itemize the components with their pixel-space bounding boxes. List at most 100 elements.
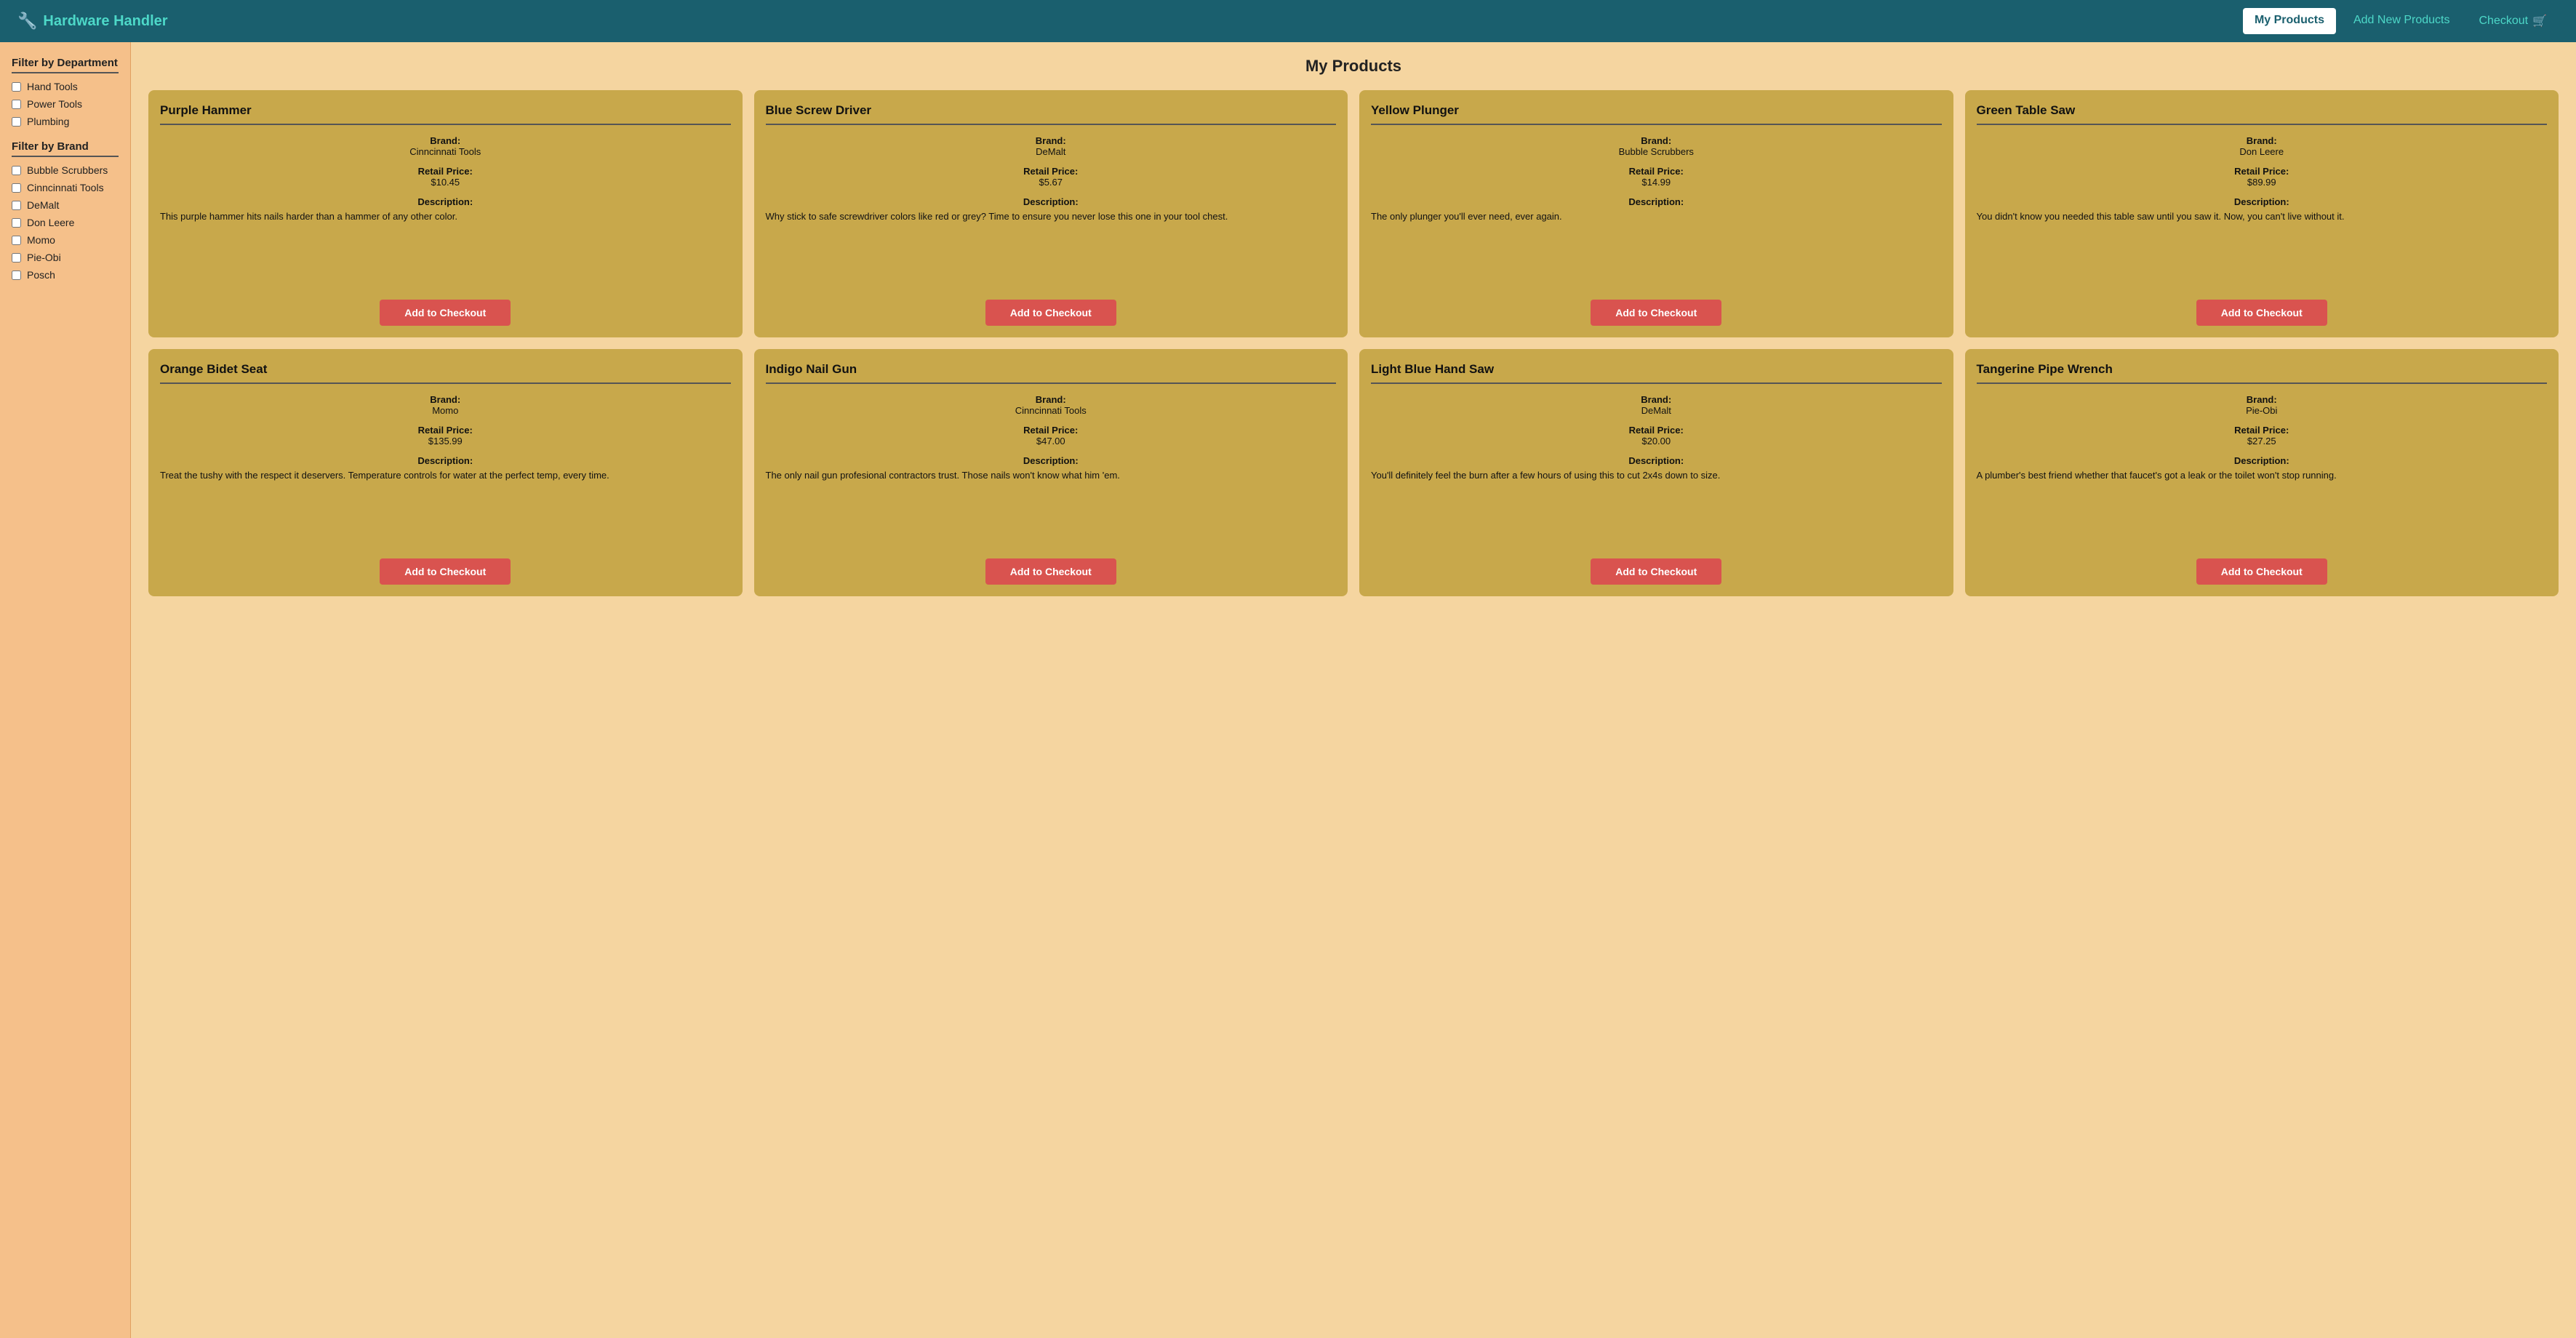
filter-hand-tools-label: Hand Tools xyxy=(27,81,78,92)
brand-filter-title: Filter by Brand xyxy=(12,140,119,157)
product-card-indigo-nail-gun: Indigo Nail Gun Brand: Cinncinnati Tools… xyxy=(754,349,1348,596)
filter-plumbing[interactable]: Plumbing xyxy=(12,116,119,127)
product-price-label-green-table-saw: Retail Price: xyxy=(1977,166,2548,177)
filter-plumbing-label: Plumbing xyxy=(27,116,69,127)
filter-don-leere-checkbox[interactable] xyxy=(12,218,21,228)
product-price-label-indigo-nail-gun: Retail Price: xyxy=(766,425,1337,436)
filter-momo-checkbox[interactable] xyxy=(12,236,21,245)
filter-demalt-label: DeMalt xyxy=(27,199,59,211)
filter-don-leere[interactable]: Don Leere xyxy=(12,217,119,228)
filter-pie-obi[interactable]: Pie-Obi xyxy=(12,252,119,263)
product-desc-label-tangerine-pipe-wrench: Description: xyxy=(1977,455,2548,466)
product-price-label-orange-bidet-seat: Retail Price: xyxy=(160,425,731,436)
filter-pie-obi-checkbox[interactable] xyxy=(12,253,21,263)
add-to-checkout-btn-tangerine-pipe-wrench[interactable]: Add to Checkout xyxy=(2196,558,2327,585)
product-desc-text-orange-bidet-seat: Treat the tushy with the respect it dese… xyxy=(160,469,731,544)
product-brand-label-blue-screw-driver: Brand: xyxy=(766,135,1337,146)
product-btn-row-tangerine-pipe-wrench: Add to Checkout xyxy=(1977,553,2548,585)
product-title-indigo-nail-gun: Indigo Nail Gun xyxy=(766,362,1337,384)
nav-checkout[interactable]: Checkout 🛒 xyxy=(2467,8,2559,34)
product-price-field-green-table-saw: Retail Price: $89.99 xyxy=(1977,166,2548,193)
product-card-tangerine-pipe-wrench: Tangerine Pipe Wrench Brand: Pie-Obi Ret… xyxy=(1965,349,2559,596)
add-to-checkout-btn-blue-screw-driver[interactable]: Add to Checkout xyxy=(985,300,1116,326)
filter-pie-obi-label: Pie-Obi xyxy=(27,252,61,263)
product-price-field-blue-screw-driver: Retail Price: $5.67 xyxy=(766,166,1337,193)
filter-cinncinnati-tools[interactable]: Cinncinnati Tools xyxy=(12,182,119,193)
product-price-value-yellow-plunger: $14.99 xyxy=(1371,177,1942,188)
product-brand-label-tangerine-pipe-wrench: Brand: xyxy=(1977,394,2548,405)
product-price-value-indigo-nail-gun: $47.00 xyxy=(766,436,1337,446)
product-btn-row-light-blue-hand-saw: Add to Checkout xyxy=(1371,553,1942,585)
product-title-yellow-plunger: Yellow Plunger xyxy=(1371,103,1942,125)
cart-icon: 🛒 xyxy=(2532,14,2547,28)
product-card-light-blue-hand-saw: Light Blue Hand Saw Brand: DeMalt Retail… xyxy=(1359,349,1953,596)
product-brand-field-yellow-plunger: Brand: Bubble Scrubbers xyxy=(1371,135,1942,163)
product-price-field-orange-bidet-seat: Retail Price: $135.99 xyxy=(160,425,731,452)
add-to-checkout-btn-light-blue-hand-saw[interactable]: Add to Checkout xyxy=(1591,558,1721,585)
product-card-green-table-saw: Green Table Saw Brand: Don Leere Retail … xyxy=(1965,90,2559,337)
product-card-purple-hammer: Purple Hammer Brand: Cinncinnati Tools R… xyxy=(148,90,743,337)
product-price-value-orange-bidet-seat: $135.99 xyxy=(160,436,731,446)
filter-momo[interactable]: Momo xyxy=(12,234,119,246)
filter-bubble-scrubbers[interactable]: Bubble Scrubbers xyxy=(12,164,119,176)
nav-add-new-products[interactable]: Add New Products xyxy=(2342,8,2462,34)
filter-power-tools-checkbox[interactable] xyxy=(12,100,21,109)
filter-posch-checkbox[interactable] xyxy=(12,271,21,280)
filter-power-tools-label: Power Tools xyxy=(27,98,82,110)
product-price-label-tangerine-pipe-wrench: Retail Price: xyxy=(1977,425,2548,436)
filter-demalt-checkbox[interactable] xyxy=(12,201,21,210)
filter-demalt[interactable]: DeMalt xyxy=(12,199,119,211)
product-btn-row-yellow-plunger: Add to Checkout xyxy=(1371,294,1942,326)
add-to-checkout-btn-purple-hammer[interactable]: Add to Checkout xyxy=(380,300,511,326)
product-price-field-tangerine-pipe-wrench: Retail Price: $27.25 xyxy=(1977,425,2548,452)
product-desc-label-blue-screw-driver: Description: xyxy=(766,196,1337,207)
product-desc-text-yellow-plunger: The only plunger you'll ever need, ever … xyxy=(1371,210,1942,285)
product-price-value-blue-screw-driver: $5.67 xyxy=(766,177,1337,188)
product-title-blue-screw-driver: Blue Screw Driver xyxy=(766,103,1337,125)
product-brand-value-tangerine-pipe-wrench: Pie-Obi xyxy=(1977,405,2548,416)
page-title: My Products xyxy=(148,57,2559,76)
add-to-checkout-btn-indigo-nail-gun[interactable]: Add to Checkout xyxy=(985,558,1116,585)
product-card-orange-bidet-seat: Orange Bidet Seat Brand: Momo Retail Pri… xyxy=(148,349,743,596)
nav-my-products[interactable]: My Products xyxy=(2243,8,2336,34)
product-btn-row-indigo-nail-gun: Add to Checkout xyxy=(766,553,1337,585)
product-brand-field-green-table-saw: Brand: Don Leere xyxy=(1977,135,2548,163)
add-to-checkout-btn-orange-bidet-seat[interactable]: Add to Checkout xyxy=(380,558,511,585)
product-desc-label-yellow-plunger: Description: xyxy=(1371,196,1942,207)
product-title-light-blue-hand-saw: Light Blue Hand Saw xyxy=(1371,362,1942,384)
sidebar: Filter by Department Hand Tools Power To… xyxy=(0,42,131,1338)
product-price-field-purple-hammer: Retail Price: $10.45 xyxy=(160,166,731,193)
product-desc-text-purple-hammer: This purple hammer hits nails harder tha… xyxy=(160,210,731,285)
product-price-field-light-blue-hand-saw: Retail Price: $20.00 xyxy=(1371,425,1942,452)
filter-bubble-scrubbers-checkbox[interactable] xyxy=(12,166,21,175)
product-btn-row-purple-hammer: Add to Checkout xyxy=(160,294,731,326)
add-to-checkout-btn-green-table-saw[interactable]: Add to Checkout xyxy=(2196,300,2327,326)
product-price-value-purple-hammer: $10.45 xyxy=(160,177,731,188)
product-brand-label-purple-hammer: Brand: xyxy=(160,135,731,146)
product-brand-field-indigo-nail-gun: Brand: Cinncinnati Tools xyxy=(766,394,1337,422)
product-btn-row-green-table-saw: Add to Checkout xyxy=(1977,294,2548,326)
filter-posch[interactable]: Posch xyxy=(12,269,119,281)
add-to-checkout-btn-yellow-plunger[interactable]: Add to Checkout xyxy=(1591,300,1721,326)
filter-power-tools[interactable]: Power Tools xyxy=(12,98,119,110)
product-brand-value-indigo-nail-gun: Cinncinnati Tools xyxy=(766,405,1337,416)
product-title-purple-hammer: Purple Hammer xyxy=(160,103,731,125)
filter-hand-tools[interactable]: Hand Tools xyxy=(12,81,119,92)
product-price-label-purple-hammer: Retail Price: xyxy=(160,166,731,177)
filter-cinncinnati-tools-checkbox[interactable] xyxy=(12,183,21,193)
product-desc-text-blue-screw-driver: Why stick to safe screwdriver colors lik… xyxy=(766,210,1337,285)
filter-bubble-scrubbers-label: Bubble Scrubbers xyxy=(27,164,108,176)
product-price-label-yellow-plunger: Retail Price: xyxy=(1371,166,1942,177)
filter-posch-label: Posch xyxy=(27,269,55,281)
product-desc-label-purple-hammer: Description: xyxy=(160,196,731,207)
filter-don-leere-label: Don Leere xyxy=(27,217,74,228)
product-brand-value-yellow-plunger: Bubble Scrubbers xyxy=(1371,146,1942,157)
product-brand-value-purple-hammer: Cinncinnati Tools xyxy=(160,146,731,157)
product-price-value-light-blue-hand-saw: $20.00 xyxy=(1371,436,1942,446)
product-brand-value-green-table-saw: Don Leere xyxy=(1977,146,2548,157)
product-desc-label-orange-bidet-seat: Description: xyxy=(160,455,731,466)
filter-plumbing-checkbox[interactable] xyxy=(12,117,21,127)
filter-hand-tools-checkbox[interactable] xyxy=(12,82,21,92)
product-price-field-yellow-plunger: Retail Price: $14.99 xyxy=(1371,166,1942,193)
brand-icon: 🔧 xyxy=(17,12,37,31)
